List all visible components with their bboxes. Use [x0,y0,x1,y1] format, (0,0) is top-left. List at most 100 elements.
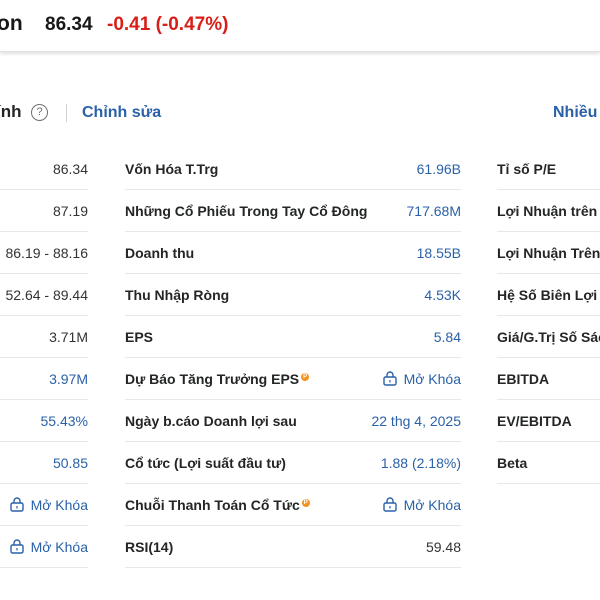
quote-header: on 86.34 -0.41 (-0.47%) [0,0,600,52]
metric-label: Hệ Số Biên Lợi N [497,286,600,303]
left-column: 86.34 87.19 86.19 - 88.16 52.64 - 89.44 3.71… [0,148,88,568]
metric-row: RSI(14) 59.48 [125,526,461,568]
metric-row: Thu Nhập Ròng 4.53K [125,274,461,316]
metric-label: Ngày b.cáo Doanh lợi sau [125,413,297,429]
label-text: Những Cổ Phiếu Trong Tay Cổ Đông [125,202,368,219]
metric-label: Dự Báo Tăng Trưởng EPS P [125,370,310,387]
metric-row: Dự Báo Tăng Trưởng EPS P Mở Khóa [125,358,461,400]
value-text: 4.53K [424,286,461,303]
metric-row: Cổ tức (Lợi suất đầu tư) 1.88 (2.18%) [125,442,461,484]
value-text: 86.34 [52,160,88,177]
metric-value[interactable]: 3.97M [49,371,88,387]
value-text: 3.97M [49,370,88,387]
metric-row: Hệ Số Biên Lợi N [497,274,600,316]
value-text: 87.19 [52,202,88,219]
metric-value: 3.71M [49,329,88,345]
metric-row: 87.19 [0,190,88,232]
metric-label: Những Cổ Phiếu Trong Tay Cổ Đông [125,203,367,219]
label-text: Chuỗi Thanh Toán Cổ Tức [125,496,300,513]
value-text: 50.85 [52,454,88,471]
metric-value: 5.84 [434,329,461,345]
price-change: -0.41 (-0.47%) [107,14,229,35]
label-text: Thu Nhập Ròng [125,286,230,303]
metric-value: 22 thg 4, 2025 [371,413,461,429]
metric-row: Doanh thu 18.55B [125,232,461,274]
metric-label: Thu Nhập Ròng [125,287,229,303]
metric-label: RSI(14) [125,539,173,555]
unlock-link[interactable]: Mở Khóa [9,496,88,513]
metric-value: 87.19 [53,203,88,219]
metric-value: 59.48 [426,539,461,555]
pro-badge-icon: P [301,372,310,381]
value-text: 18.55B [416,244,461,261]
metric-value[interactable]: 55.43% [41,413,88,429]
metric-row: EPS 5.84 [125,316,461,358]
metric-label: Cổ tức (Lợi suất đầu tư) [125,455,286,471]
metric-label: EBITDA [497,370,550,387]
more-link[interactable]: Nhiều [553,104,597,122]
metric-row: 86.34 [0,148,88,190]
metric-label: Vốn Hóa T.Trg [125,161,218,177]
metric-row: Mở Khóa [0,484,88,526]
metric-label: Giá/G.Trị Số Sác [497,328,600,345]
pro-badge-icon: P [301,498,310,507]
metric-row: Tỉ số P/E [497,148,600,190]
unlock-link[interactable]: Mở Khóa [9,538,88,555]
metric-value: 4.53K [424,287,461,303]
metric-label: Doanh thu [125,245,194,261]
metric-row: 3.71M [0,316,88,358]
value-text: Mở Khóa [30,538,88,555]
metric-row: 52.64 - 89.44 [0,274,88,316]
metric-label: Lợi Nhuận Trên [497,244,600,261]
metric-label: EV/EBITDA [497,412,572,429]
metric-row: Lợi Nhuận trên T [497,190,600,232]
metric-row: Chuỗi Thanh Toán Cổ Tức P Mở Khóa [125,484,461,526]
middle-column: Vốn Hóa T.Trg 61.96B Những Cổ Phiếu Trong … [125,148,461,568]
metric-value: 52.64 - 89.44 [5,287,88,303]
metric-row: Vốn Hóa T.Trg 61.96B [125,148,461,190]
section-title: ính [0,102,22,121]
metric-value[interactable]: 50.85 [53,455,88,471]
label-text: Vốn Hóa T.Trg [125,160,219,177]
label-text: EPS [125,328,154,345]
unlock-link[interactable]: Mở Khóa [382,496,461,513]
metric-value: 86.19 - 88.16 [5,245,88,261]
metric-row: 86.19 - 88.16 [0,232,88,274]
metric-row: EBITDA [497,358,600,400]
metric-value: 18.55B [417,245,461,261]
metric-row: Những Cổ Phiếu Trong Tay Cổ Đông 717.68M [125,190,461,232]
instrument-name: on [0,12,23,35]
metric-row: 3.97M [0,358,88,400]
metric-label: Tỉ số P/E [497,160,557,177]
value-text: 55.43% [40,412,88,429]
metric-row: Lợi Nhuận Trên [497,232,600,274]
metric-value: 1.88 (2.18%) [381,455,461,471]
help-icon[interactable]: ? [31,104,48,121]
metric-value: 61.96B [417,161,461,177]
metric-label: Lợi Nhuận trên T [497,202,600,219]
metric-value: 717.68M [407,203,461,219]
lock-icon [9,538,24,554]
value-text: 1.88 (2.18%) [380,454,461,471]
value-text: 86.19 - 88.16 [5,244,88,261]
right-column: Tỉ số P/E Lợi Nhuận trên T Lợi Nhuận Trên H… [497,148,600,484]
divider [66,104,67,122]
label-text: Doanh thu [125,244,195,261]
value-text: 61.96B [416,160,461,177]
metric-label: EPS [125,329,153,345]
edit-link[interactable]: Chỉnh sửa [82,104,161,122]
lock-icon [9,496,24,512]
metric-row: Ngày b.cáo Doanh lợi sau 22 thg 4, 2025 [125,400,461,442]
lock-icon [382,370,397,386]
value-text: Mở Khóa [30,496,88,513]
value-text: 59.48 [425,538,461,555]
label-text: Dự Báo Tăng Trưởng EPS [125,370,300,387]
label-text: RSI(14) [125,538,174,555]
value-text: 52.64 - 89.44 [5,286,88,303]
metric-row: 55.43% [0,400,88,442]
value-text: Mở Khóa [403,496,461,513]
label-text: Cổ tức (Lợi suất đầu tư) [125,454,286,471]
metric-label: Chuỗi Thanh Toán Cổ Tức P [125,497,310,513]
unlock-link[interactable]: Mở Khóa [382,370,461,387]
metric-value: 86.34 [53,161,88,177]
